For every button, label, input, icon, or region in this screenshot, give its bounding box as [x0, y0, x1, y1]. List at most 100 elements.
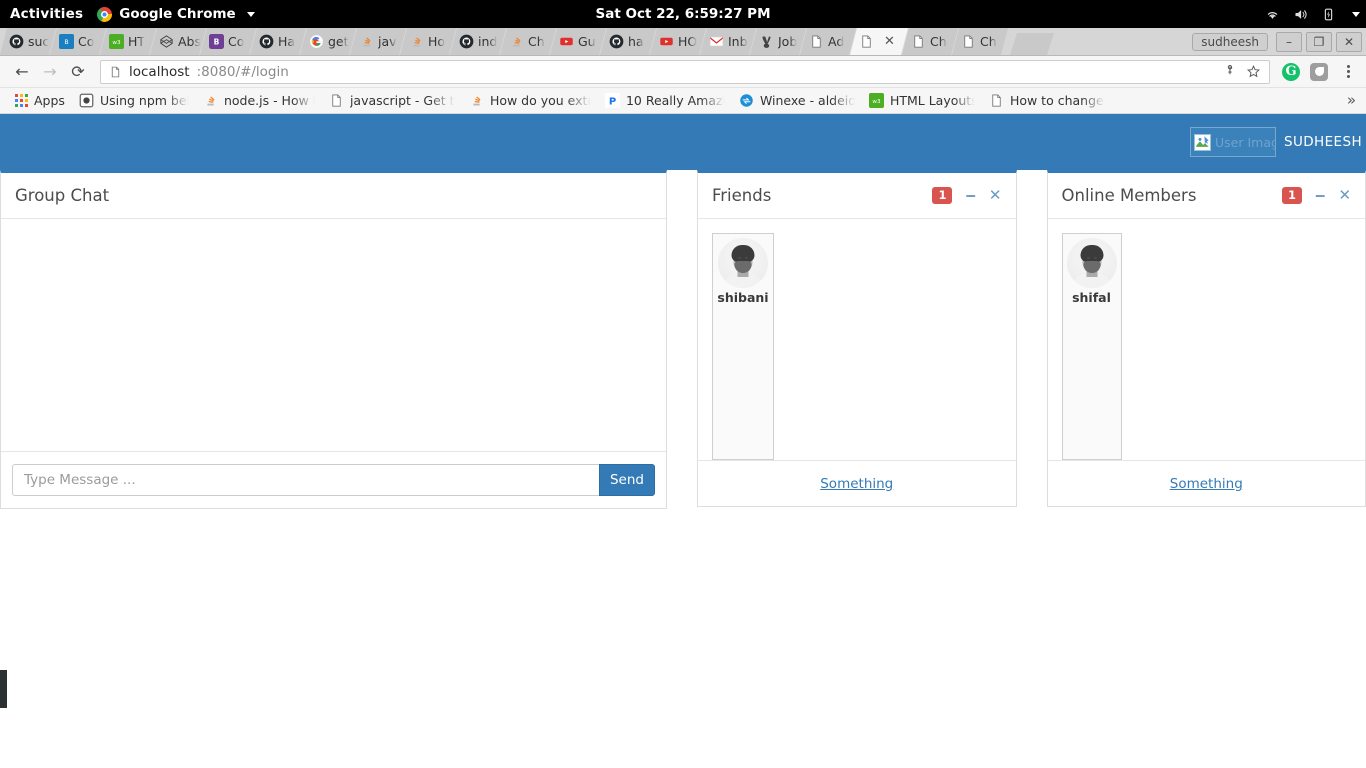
page-icon — [332, 94, 341, 107]
tab-label: Ho — [428, 34, 446, 49]
tab-label: get — [328, 34, 349, 49]
browser-tab[interactable]: ind — [450, 28, 506, 55]
bookmark-item[interactable]: How to change de — [982, 90, 1112, 112]
svg-text:w3: w3 — [112, 40, 121, 46]
w3schools-icon: w3 — [109, 34, 124, 49]
message-input[interactable] — [12, 464, 599, 496]
list-item[interactable]: shibani — [711, 233, 774, 460]
browser-tab[interactable]: Ha — [250, 28, 306, 55]
panel-title: Friends — [711, 186, 772, 205]
window-controls[interactable]: sudheesh – ❐ ✕ — [1192, 32, 1362, 52]
minimize-icon[interactable]: ‒ — [965, 187, 975, 203]
restore-window-button[interactable]: ❐ — [1306, 32, 1332, 52]
reload-button[interactable]: ⟳ — [64, 58, 92, 86]
browser-tab[interactable]: Ch — [952, 28, 1008, 55]
close-icon[interactable]: ✕ — [1338, 187, 1351, 203]
chrome-menu-button[interactable] — [1338, 65, 1358, 78]
tab-label: Job — [778, 34, 798, 49]
bookmark-item[interactable]: javascript - Get th — [322, 90, 462, 112]
browser-tab[interactable]: get — [300, 28, 356, 55]
bookmark-item[interactable]: Using npm behind — [72, 90, 196, 112]
bookmark-label: Using npm behind — [99, 93, 189, 108]
footer-link[interactable]: Something — [1170, 476, 1243, 492]
chat-message-list[interactable] — [1, 219, 666, 451]
bookmark-label: javascript - Get th — [349, 93, 455, 108]
bookmarks-bar: Apps Using npm behind node.js - How to j… — [0, 88, 1366, 114]
volume-icon — [1295, 9, 1307, 19]
stackoverflow-icon — [409, 34, 424, 49]
system-tray[interactable] — [1264, 7, 1360, 22]
star-icon[interactable] — [1246, 64, 1261, 79]
minimize-icon[interactable]: ‒ — [1315, 187, 1325, 203]
list-item[interactable]: shifal — [1061, 233, 1122, 460]
bookmark-item[interactable]: node.js - How to — [196, 90, 322, 112]
back-button[interactable]: ← — [8, 58, 36, 86]
tab-label: Co — [78, 34, 95, 49]
minimize-window-button[interactable]: – — [1276, 32, 1302, 52]
browser-tab[interactable]: Ho — [400, 28, 456, 55]
forward-button[interactable]: → — [36, 58, 64, 86]
extension-icon[interactable] — [1310, 62, 1328, 81]
browser-tab[interactable]: Inb — [700, 28, 756, 55]
footer-link[interactable]: Something — [820, 476, 893, 492]
panel-tools[interactable]: 1 ‒ ✕ — [932, 187, 1002, 204]
browser-tab[interactable]: Job — [750, 28, 806, 55]
wifi-icon — [1267, 11, 1278, 19]
youtube-icon — [659, 34, 674, 49]
browser-tab-active[interactable]: ✕ — [850, 28, 908, 55]
stackoverflow-icon — [509, 34, 524, 49]
browser-tab[interactable]: Ad — [800, 28, 856, 55]
panel-tools[interactable]: 1 ‒ ✕ — [1281, 187, 1351, 204]
apps-shortcut[interactable]: Apps — [8, 90, 72, 112]
close-window-button[interactable]: ✕ — [1336, 32, 1362, 52]
avatar: User Image — [1190, 127, 1277, 157]
activities-button[interactable]: Activities — [0, 6, 97, 22]
omnibox-actions[interactable] — [1224, 64, 1261, 79]
browser-tab[interactable]: Ch — [902, 28, 958, 55]
bookmark-item[interactable]: Winexe - aldeid — [732, 90, 862, 112]
browser-tab[interactable]: jav — [350, 28, 406, 55]
chevron-down-icon — [246, 11, 255, 17]
browser-tab[interactable]: Gu — [550, 28, 606, 55]
close-icon[interactable]: ✕ — [989, 187, 1002, 203]
browser-tab[interactable]: suc — [0, 28, 56, 55]
new-tab-button[interactable] — [1010, 33, 1054, 55]
navbar-user[interactable]: User Image SUDHEESH — [1190, 127, 1364, 157]
bookmark-item[interactable]: P 10 Really Amazin — [598, 90, 732, 112]
navbar-username[interactable]: SUDHEESH — [1284, 134, 1362, 150]
browser-tab[interactable]: B Co — [200, 28, 256, 55]
grammarly-extension-icon[interactable]: G — [1282, 62, 1300, 81]
online-members-list[interactable]: shifal — [1048, 219, 1366, 460]
browser-tab[interactable]: w3 HT — [100, 28, 156, 55]
app-navbar: User Image SUDHEESH — [0, 114, 1366, 170]
address-bar[interactable]: localhost:8080/#/login — [100, 59, 1270, 84]
send-button[interactable]: Send — [598, 464, 655, 496]
page-icon — [961, 34, 976, 49]
friends-list[interactable]: shibani — [698, 219, 1016, 460]
bookmark-item[interactable]: w3 HTML Layouts — [862, 90, 982, 112]
browser-tab[interactable]: ha — [600, 28, 656, 55]
tab-label: Ch — [930, 34, 947, 49]
tab-label: Abs — [178, 34, 201, 49]
key-icon[interactable] — [1224, 65, 1237, 78]
extensions-row[interactable]: G — [1278, 62, 1358, 81]
page-icon — [911, 34, 926, 49]
panel-footer: Something — [697, 460, 1016, 506]
close-icon[interactable]: ✕ — [884, 35, 895, 48]
browser-tab[interactable]: Ch — [500, 28, 556, 55]
bookmarks-overflow-button[interactable]: » — [1347, 93, 1356, 108]
active-app-menu[interactable]: Google Chrome — [97, 6, 255, 22]
svg-text:B: B — [64, 39, 68, 46]
browser-tab-strip[interactable]: suc B Co w3 HT Abs B Co Ha get jav Ho in… — [0, 28, 1366, 56]
panel-header: Online Members 1 ‒ ✕ — [1047, 173, 1366, 219]
bookmark-item[interactable]: How do you extra — [462, 90, 598, 112]
clock[interactable]: Sat Oct 22, 6:59:27 PM — [595, 6, 770, 22]
tab-label: Gu — [578, 34, 596, 49]
browser-tab[interactable]: HO — [650, 28, 706, 55]
browser-tab[interactable]: B Co — [50, 28, 106, 55]
window-user-label[interactable]: sudheesh — [1192, 33, 1268, 51]
os-top-bar: Activities Google Chrome Sat Oct 22, 6:5… — [0, 0, 1366, 28]
browser-tab[interactable]: Abs — [150, 28, 206, 55]
status-badge: 1 — [932, 187, 953, 204]
tab-label: Inb — [728, 34, 748, 49]
